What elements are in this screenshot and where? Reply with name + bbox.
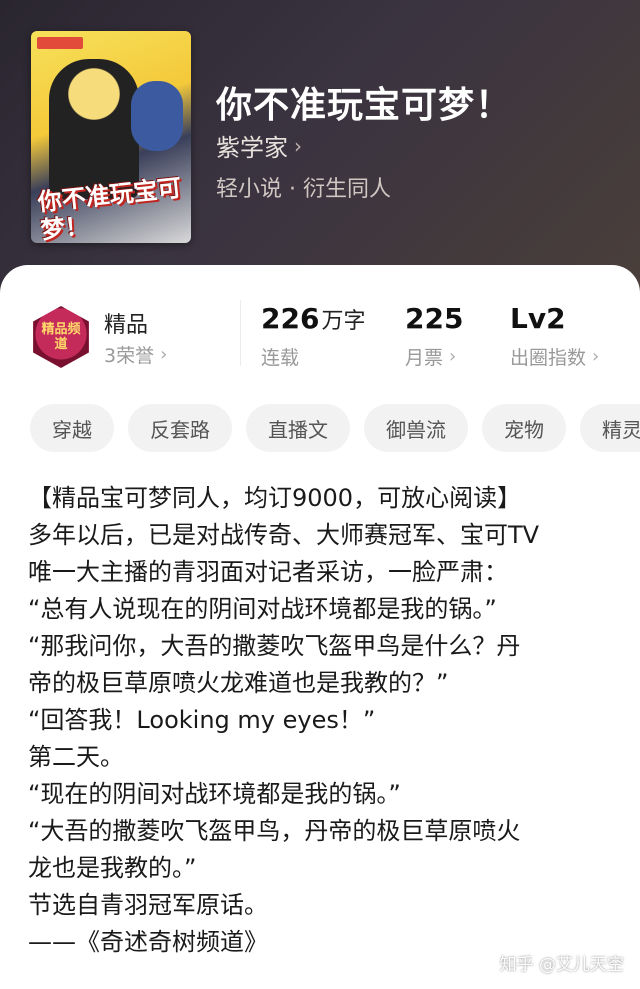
tag-chip[interactable]: 宠物 <box>482 404 566 452</box>
chevron-right-icon: › <box>160 344 168 365</box>
honors-link[interactable]: 3荣誉 › <box>104 341 167 368</box>
chevron-right-icon: › <box>294 133 302 158</box>
description-line: “回答我！Looking my eyes！” <box>28 706 376 734</box>
genre-label: 轻小说 · 衍生同人 <box>216 177 391 202</box>
monthly-tickets: 225 <box>405 302 463 335</box>
description-line: “大吾的撒菱吹飞盔甲鸟，丹帝的极巨草原喷火 <box>28 817 521 845</box>
serial-status-label: 连载 <box>261 347 300 369</box>
stats-divider <box>240 300 241 366</box>
tag-chip[interactable]: 御兽流 <box>364 404 468 452</box>
monthly-tickets-link[interactable]: 月票 › <box>405 343 456 370</box>
description-line: “那我问你，大吾的撒菱吹飞盔甲鸟是什么？丹 <box>28 632 521 660</box>
description-line: “现在的阴间对战环境都是我的锅。” <box>28 780 401 808</box>
tag-chip[interactable]: 穿越 <box>30 404 114 452</box>
word-count-unit: 万字 <box>321 309 366 334</box>
tag-chip[interactable]: 精灵 <box>580 404 640 452</box>
description-line: “总有人说现在的阴间对战环境都是我的锅。” <box>28 595 497 623</box>
popularity-index-label: 出圈指数 <box>510 347 587 369</box>
book-cover[interactable]: 你不准玩宝可梦！ <box>31 31 191 243</box>
author-link[interactable]: 紫学家 › <box>216 128 302 163</box>
tag-list: 穿越 反套路 直播文 御兽流 宠物 精灵 <box>30 404 640 454</box>
watermark: 知乎 @艾儿天空 <box>499 955 624 975</box>
monthly-tickets-value: 225 <box>405 302 464 335</box>
description-line: 多年以后，已是对战传奇、大师赛冠军、宝可TV <box>28 521 540 549</box>
cover-publisher-badge <box>37 37 83 49</box>
book-description: 【精品宝可梦同人，均订9000，可放心阅读】 多年以后，已是对战传奇、大师赛冠军… <box>28 480 618 961</box>
word-count: 226 万字 <box>261 302 365 335</box>
cover-pokemon-figure <box>131 81 183 151</box>
popularity-index-link[interactable]: 出圈指数 › <box>510 343 599 370</box>
serial-status: 连载 <box>261 343 299 370</box>
word-count-value: 226 <box>261 302 320 335</box>
description-line: 【精品宝可梦同人，均订9000，可放心阅读】 <box>28 484 522 512</box>
tag-chip[interactable]: 直播文 <box>246 404 350 452</box>
chevron-right-icon: › <box>592 346 600 367</box>
description-line: 帝的极巨草原喷火龙难道也是我教的？” <box>28 669 449 697</box>
description-line: 节选自青羽冠军原话。 <box>28 891 268 919</box>
chevron-right-icon: › <box>449 346 457 367</box>
badge-label: 精品 <box>104 313 149 338</box>
author-name: 紫学家 <box>216 134 288 162</box>
description-line: 唯一大主播的青羽面对记者采访，一脸严肃： <box>28 558 508 586</box>
monthly-tickets-label: 月票 <box>405 347 444 369</box>
description-line: 龙也是我教的。” <box>28 854 197 882</box>
popularity-level-value: Lv2 <box>510 302 566 335</box>
medal-text: 精品频道 <box>41 322 81 352</box>
book-title: 你不准玩宝可梦！ <box>216 84 513 126</box>
description-line: 第二天。 <box>28 743 124 771</box>
tag-chip[interactable]: 反套路 <box>128 404 232 452</box>
popularity-level: Lv2 <box>510 302 566 335</box>
honors-count: 3荣誉 <box>104 345 155 367</box>
